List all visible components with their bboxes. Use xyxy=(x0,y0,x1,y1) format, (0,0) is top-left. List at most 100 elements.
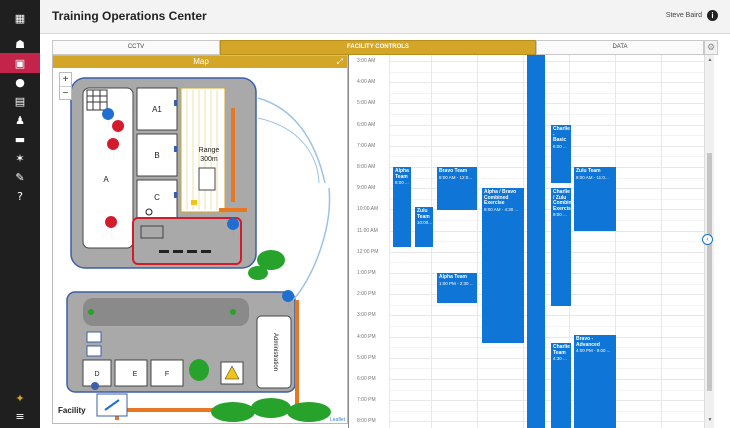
collapse-toggle-icon[interactable]: ‹ xyxy=(702,234,713,245)
hour-line xyxy=(389,230,704,232)
person-icon[interactable]: ♟ xyxy=(0,110,40,130)
event-zulu-team[interactable]: Zulu Team 10:00... xyxy=(415,207,433,247)
event-zulu-team-am[interactable]: Zulu Team 8:00 AM - 11:0... xyxy=(574,167,616,231)
small-building[interactable] xyxy=(86,345,102,357)
event-alpha-team-pm[interactable]: Alpha Team 1:00 PM - 2:30 ... xyxy=(437,273,477,303)
hour-line xyxy=(389,421,704,423)
label-a: A xyxy=(103,175,109,184)
hour-line xyxy=(389,103,704,105)
half-hour-line xyxy=(389,389,704,391)
event-bravo-team[interactable]: Bravo Team 8:00 AM - 12:0... xyxy=(437,167,477,210)
palette-icon[interactable]: ● xyxy=(0,72,40,92)
label-c: C xyxy=(154,193,160,202)
time-label: 10:00 AM xyxy=(357,206,379,213)
time-label: 7:00 PM xyxy=(357,397,376,404)
scroll-thumb[interactable] xyxy=(707,153,712,391)
tree-cluster xyxy=(211,402,255,422)
label-e: E xyxy=(133,371,138,378)
event-alpha-bravo-combined[interactable]: Alpha / Bravo Combined Exercise 9:00 AM -… xyxy=(482,188,524,343)
event-alpha-team[interactable]: Alpha Team 8:00 ... xyxy=(393,167,411,247)
yellow-object xyxy=(191,200,197,205)
event-all-day-block[interactable] xyxy=(527,55,545,428)
facility-label: Facility xyxy=(58,406,86,415)
hour-line xyxy=(389,357,704,359)
time-label: 5:00 AM xyxy=(357,100,376,107)
path-line xyxy=(257,97,326,184)
menu-icon[interactable]: ≡ xyxy=(0,406,40,426)
small-building[interactable] xyxy=(86,331,102,343)
event-bravo-advanced[interactable]: Bravo - Advanced 4:00 PM - 9:00 ... xyxy=(574,335,616,428)
label-a1: A1 xyxy=(152,105,162,114)
content: CCTV FACILITY CONTROLS DATA ⚙ Map ⤢ A A1… xyxy=(40,34,730,428)
facility-map[interactable]: A A1 B C Range 300m D E F Administration xyxy=(53,68,348,424)
time-label: 5:00 PM xyxy=(357,354,376,361)
time-label: 4:00 PM xyxy=(357,333,376,340)
wrench-icon[interactable]: ✎ xyxy=(0,167,40,187)
half-hour-line xyxy=(389,347,704,349)
building-e[interactable] xyxy=(114,359,148,387)
badge-icon: ✦ xyxy=(15,391,25,405)
event-charlie-team[interactable]: Charlie Team 4:30 ... xyxy=(551,343,571,428)
user-name[interactable]: Steve Baird xyxy=(666,12,702,19)
time-label: 6:00 AM xyxy=(357,121,376,128)
half-hour-line xyxy=(389,241,704,243)
half-hour-line xyxy=(389,326,704,327)
tab-bar: CCTV FACILITY CONTROLS DATA xyxy=(52,40,704,55)
grid-icon[interactable]: ▦ xyxy=(0,8,40,28)
label-administration: Administration xyxy=(272,333,278,371)
user-info-icon[interactable]: i xyxy=(707,10,718,21)
time-label: 8:00 AM xyxy=(357,164,376,170)
leaflet-attribution[interactable]: Leaflet xyxy=(330,417,345,423)
tab-cctv[interactable]: CCTV xyxy=(52,40,220,55)
hour-line xyxy=(389,145,704,147)
settings-gear-icon[interactable]: ⚙ xyxy=(704,40,718,55)
time-label: 4:00 AM xyxy=(357,79,376,86)
half-hour-line xyxy=(389,368,704,370)
label-b: B xyxy=(154,151,159,160)
hour-line xyxy=(389,251,704,253)
graduation-cap-icon[interactable]: ☗ xyxy=(0,34,40,54)
zoom-in-button[interactable]: + xyxy=(60,73,71,86)
runner-icon[interactable]: ✶ xyxy=(0,148,40,168)
event-charlie-basic[interactable]: Charlie - Basic 6:00 ... xyxy=(551,125,571,183)
hour-line xyxy=(389,315,704,317)
label-range-distance: 300m xyxy=(200,156,218,163)
time-label: 3:00 PM xyxy=(357,312,376,319)
orange-path xyxy=(231,108,235,202)
time-label: 1:00 PM xyxy=(357,270,376,276)
help-icon[interactable]: ? xyxy=(0,186,40,206)
range-target xyxy=(198,167,216,191)
hour-line xyxy=(389,400,704,402)
hour-line xyxy=(389,379,704,380)
map-icon[interactable]: ▣ xyxy=(0,53,40,73)
zoom-out-button[interactable]: − xyxy=(60,86,71,99)
tab-facility-controls[interactable]: FACILITY CONTROLS xyxy=(220,40,536,55)
restricted-zone[interactable] xyxy=(132,217,242,265)
expand-icon[interactable]: ⤢ xyxy=(337,57,343,67)
time-label: 2:00 PM xyxy=(357,291,376,298)
half-hour-line xyxy=(389,71,704,73)
half-hour-line xyxy=(389,410,704,412)
path-line xyxy=(292,187,331,301)
tab-data[interactable]: DATA xyxy=(536,40,704,55)
path-line xyxy=(257,117,320,184)
half-hour-line xyxy=(389,304,704,306)
zoom-control: + − xyxy=(59,72,72,100)
map-title: Map xyxy=(53,56,347,68)
id-card-icon[interactable]: ▬ xyxy=(0,129,40,149)
event-charlie-zulu-combined[interactable]: Charlie / Zulu Combined Exercise9:00 ... xyxy=(551,188,571,306)
half-hour-line xyxy=(389,220,704,221)
time-label: 6:00 PM xyxy=(357,376,376,382)
time-label: 8:00 PM xyxy=(357,418,376,425)
calendar-icon[interactable]: ▤ xyxy=(0,91,40,111)
half-hour-line xyxy=(389,114,704,115)
half-hour-line xyxy=(389,135,704,137)
hour-line xyxy=(389,61,704,62)
label-range: Range xyxy=(199,147,220,154)
hour-line xyxy=(389,336,704,338)
time-label: 12:00 PM xyxy=(357,248,379,255)
time-label: 9:00 AM xyxy=(357,185,376,192)
grid-building-icon xyxy=(86,89,108,111)
half-hour-line xyxy=(389,156,704,158)
tree-cluster xyxy=(189,359,209,381)
